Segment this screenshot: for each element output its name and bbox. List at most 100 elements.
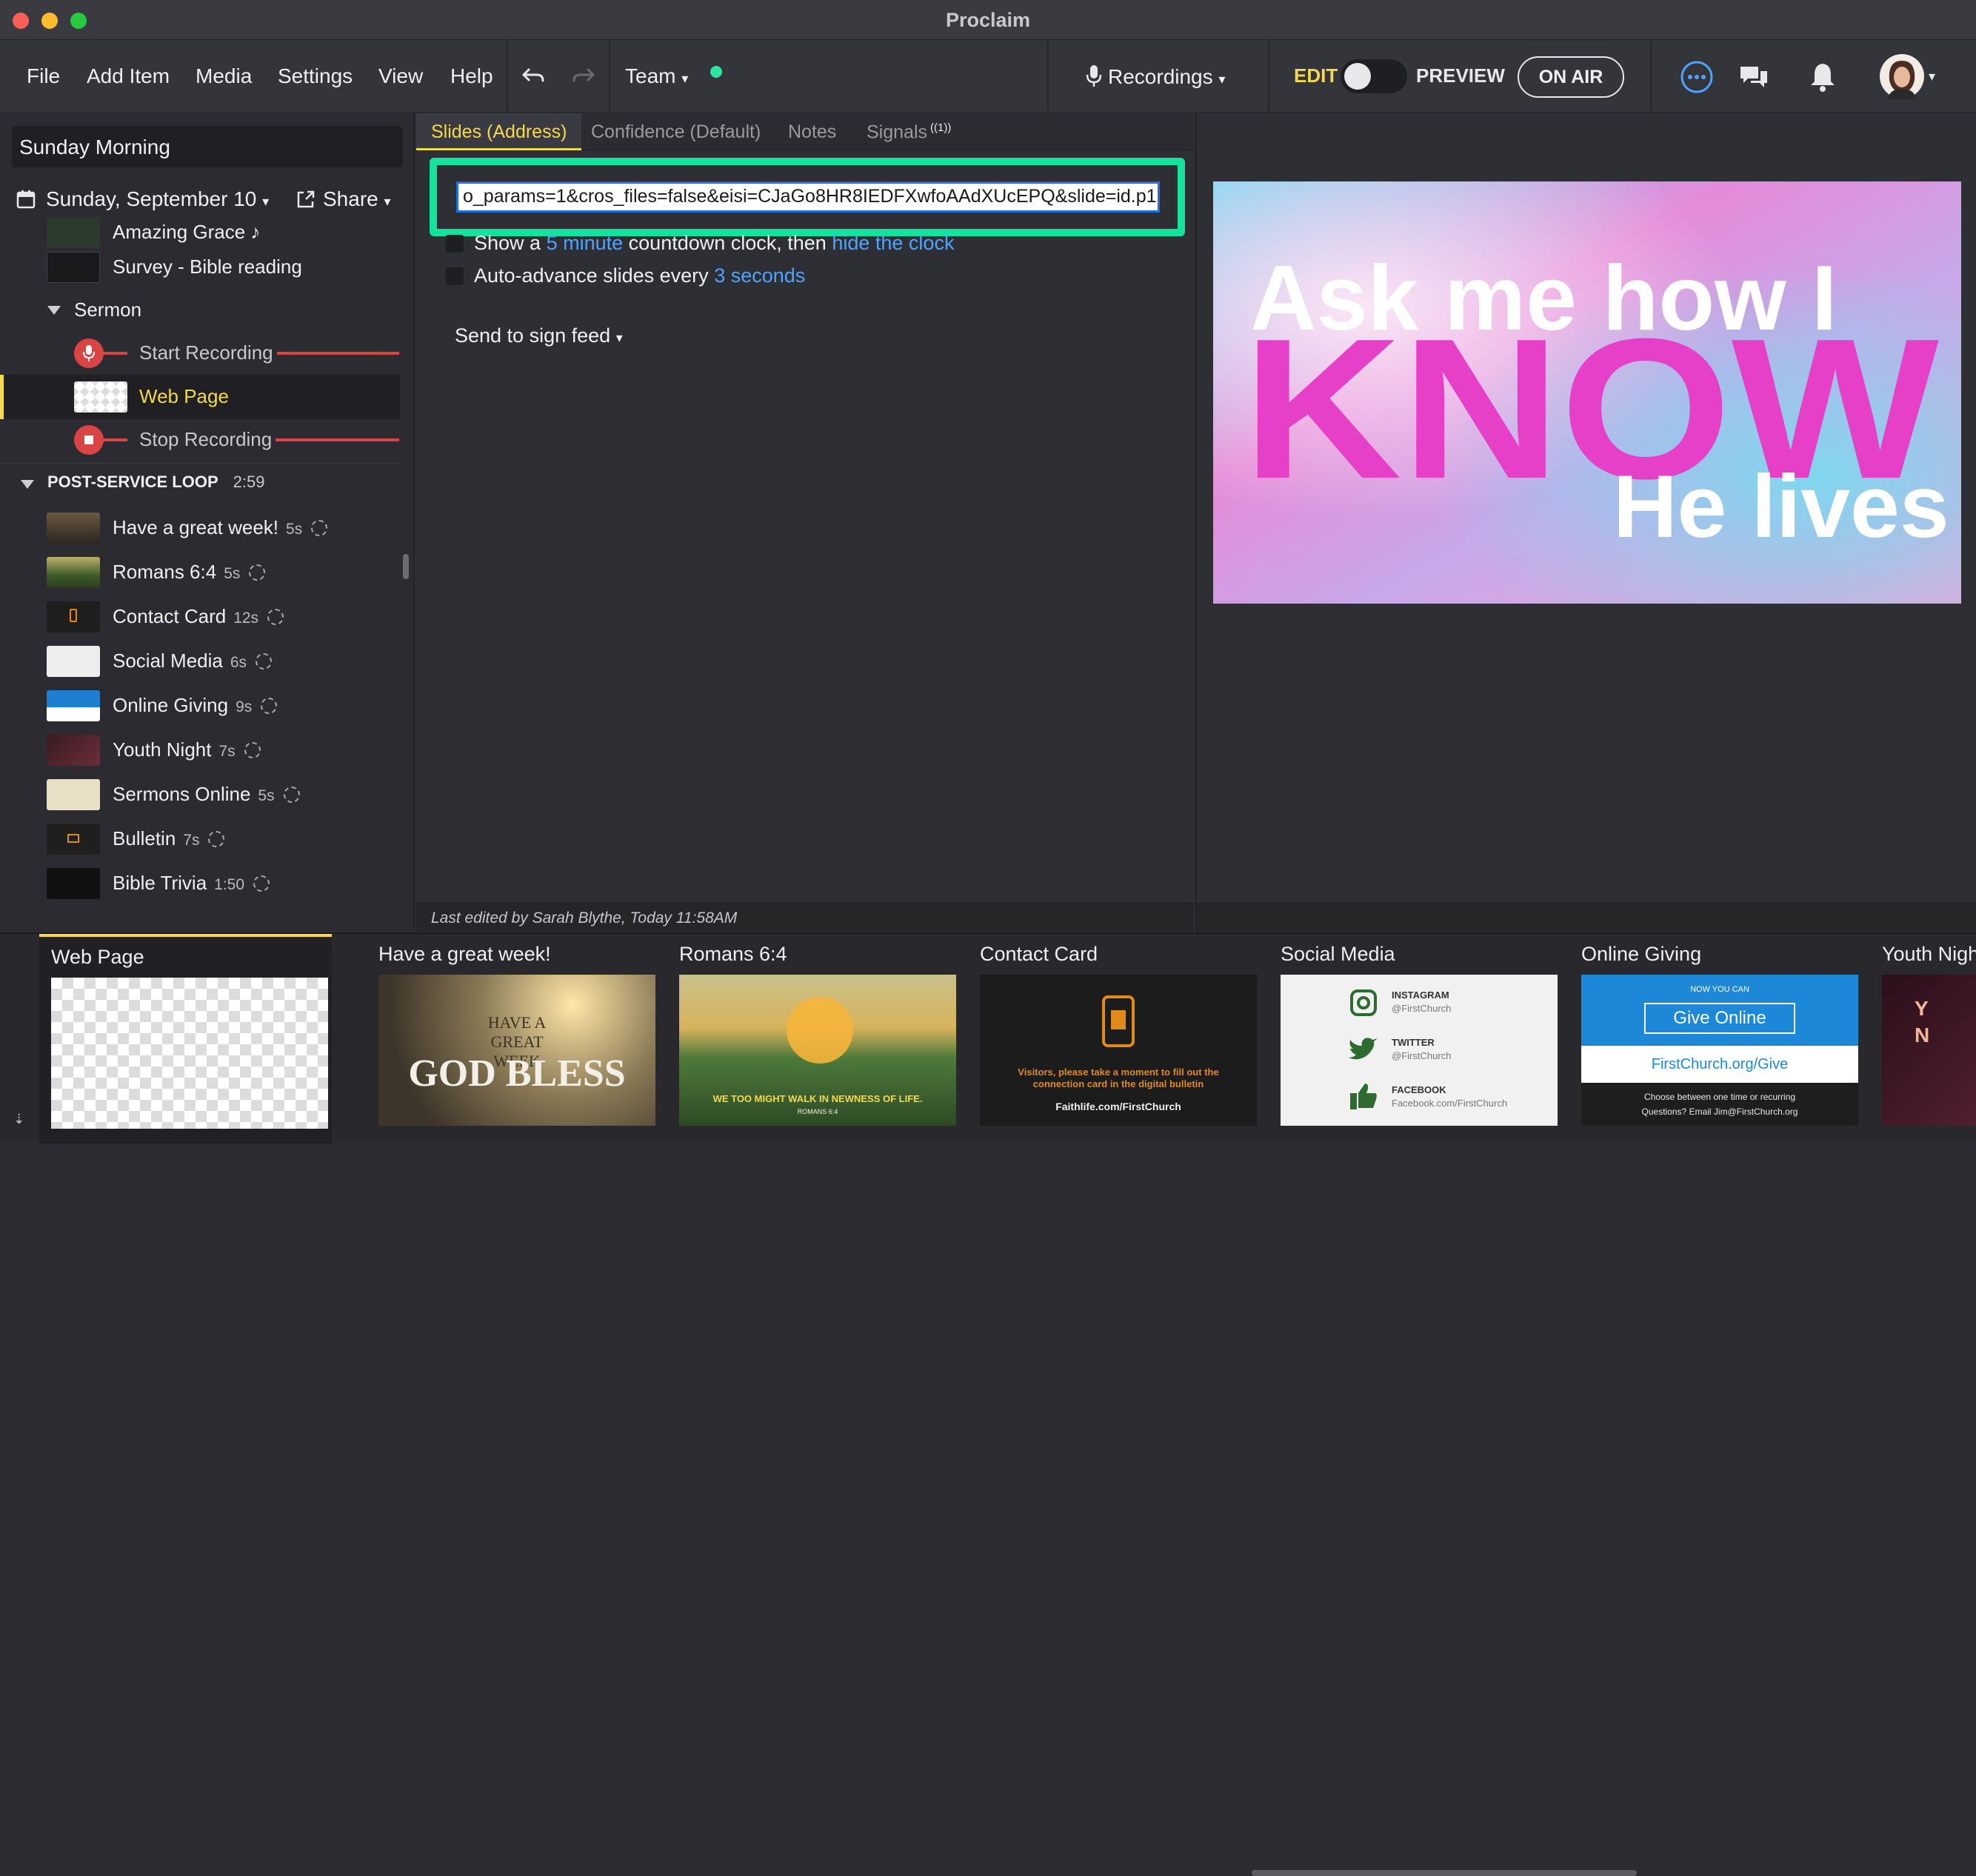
chevron-down-icon: ▾: [384, 194, 391, 209]
list-item[interactable]: Contact Card 12s: [0, 596, 400, 638]
item-label: Web Page: [139, 385, 229, 407]
film-item-social-media[interactable]: Social Media INSTAGRAM @FirstChurch TWIT…: [1269, 934, 1561, 1144]
item-thumbnail: [74, 381, 127, 413]
on-air-button[interactable]: ON AIR: [1518, 56, 1624, 98]
sermon-group-header[interactable]: Sermon: [0, 290, 400, 331]
team-dropdown[interactable]: Team ▾: [625, 64, 688, 88]
recordings-label: Recordings: [1108, 65, 1213, 88]
hide-clock-link[interactable]: hide the clock: [832, 232, 954, 254]
date-picker[interactable]: Sunday, September 10 ▾: [16, 187, 269, 211]
instagram-icon: [1350, 989, 1377, 1016]
menu-settings[interactable]: Settings: [278, 64, 353, 88]
chat-button[interactable]: [1737, 60, 1771, 94]
tab-signals[interactable]: Signals ((1)): [867, 121, 951, 143]
more-options-button[interactable]: [1680, 60, 1714, 94]
film-item-romans-6-4[interactable]: Romans 6:4 WE TOO MIGHT WALK IN NEWNESS …: [667, 934, 960, 1144]
film-item-contact-card[interactable]: Contact Card Visitors, please take a mom…: [968, 934, 1261, 1144]
menu-help[interactable]: Help: [450, 64, 493, 88]
collapse-filmstrip-icon[interactable]: ⇣: [13, 1112, 24, 1127]
user-avatar-button[interactable]: [1878, 53, 1926, 100]
toggle-knob: [1344, 63, 1371, 90]
web-page-item-selected[interactable]: Web Page: [0, 375, 400, 419]
calendar-icon: [16, 190, 36, 209]
loop-icon: [256, 653, 273, 670]
recordings-dropdown[interactable]: Recordings ▾: [1086, 64, 1225, 89]
menu-view[interactable]: View: [378, 64, 423, 88]
expand-caret-icon[interactable]: [47, 306, 61, 315]
chat-icon: [1740, 67, 1767, 87]
film-item-youth-night[interactable]: Youth Nigh YN: [1870, 934, 1976, 1144]
autoadvance-seconds-link[interactable]: 3 seconds: [714, 264, 805, 287]
countdown-checkbox[interactable]: [446, 235, 464, 253]
list-item[interactable]: Social Media 6s: [0, 641, 400, 682]
menu-media[interactable]: Media: [196, 64, 252, 88]
film-item-label: Have a great week!: [378, 943, 551, 965]
list-item[interactable]: Have a great week! 5s: [0, 507, 400, 549]
menu-divider: [1650, 41, 1652, 113]
loop-icon: [249, 564, 266, 581]
menu-divider: [1047, 41, 1049, 113]
tab-notes[interactable]: Notes: [788, 121, 836, 143]
list-item[interactable]: Survey - Bible reading: [0, 247, 400, 288]
redo-button[interactable]: [569, 61, 598, 91]
film-item-label: Social Media: [1281, 943, 1395, 965]
film-item-web-page[interactable]: Web Page: [39, 934, 332, 1144]
notifications-button[interactable]: [1806, 60, 1840, 94]
menu-file[interactable]: File: [27, 64, 60, 88]
list-item[interactable]: Romans 6:4 5s: [0, 552, 400, 593]
item-label: Bulletin 7s: [113, 827, 225, 850]
loop-icon: [208, 831, 225, 847]
item-label: Romans 6:4 5s: [113, 561, 266, 584]
stop-recording-item[interactable]: Stop Recording: [0, 419, 400, 461]
item-label: Online Giving 9s: [113, 694, 278, 717]
chevron-down-icon: ▾: [1929, 69, 1936, 84]
post-service-loop-header[interactable]: POST-SERVICE LOOP 2:59: [0, 463, 400, 504]
list-item[interactable]: Bible Trivia 1:50: [0, 863, 400, 904]
item-label: Youth Night 7s: [113, 738, 261, 761]
film-item-online-giving[interactable]: Online Giving NOW YOU CAN Give Online Fi…: [1569, 934, 1862, 1144]
send-to-sign-feed-dropdown[interactable]: Send to sign feed ▾: [455, 324, 623, 347]
film-thumbnail: HAVE A GREAT WEEK GOD BLESS: [378, 975, 655, 1126]
tab-confidence[interactable]: Confidence (Default): [591, 121, 761, 143]
countdown-minutes-link[interactable]: 5 minute: [547, 232, 624, 254]
phone-icon: [1102, 995, 1135, 1047]
item-thumbnail: [47, 868, 100, 899]
countdown-option[interactable]: Show a 5 minute countdown clock, then hi…: [446, 232, 954, 255]
expand-caret-icon[interactable]: [21, 480, 34, 489]
menu-add-item[interactable]: Add Item: [87, 64, 170, 88]
autoadvance-checkbox[interactable]: [446, 267, 464, 285]
list-item[interactable]: Bulletin 7s: [0, 818, 400, 860]
filmstrip-scrollbar[interactable]: [1252, 1870, 1637, 1876]
autoadvance-option[interactable]: Auto-advance slides every 3 seconds: [446, 264, 805, 287]
tab-slides-address[interactable]: Slides (Address): [416, 113, 582, 150]
last-edited-status: Last edited by Sarah Blythe, Today 11:58…: [416, 903, 1194, 932]
proclaim-window: Proclaim File Add Item Media Settings Vi…: [0, 0, 1976, 1876]
list-item[interactable]: Youth Night 7s: [0, 730, 400, 771]
microphone-icon: [74, 338, 104, 368]
loop-icon: [253, 875, 270, 892]
share-button[interactable]: Share ▾: [296, 187, 391, 211]
item-label: Social Media 6s: [113, 650, 273, 672]
avatar: [1880, 54, 1924, 99]
edit-preview-toggle[interactable]: [1341, 59, 1407, 93]
sidebar-scrollbar[interactable]: [403, 554, 409, 579]
film-item-label: Online Giving: [1581, 943, 1702, 965]
window-title: Proclaim: [945, 9, 1031, 31]
loop-icon: [311, 520, 328, 536]
preview-status-strip: [1197, 903, 1976, 932]
item-label: Sermons Online 5s: [113, 783, 300, 806]
song-note-icon: ♪: [250, 221, 261, 243]
list-item[interactable]: Sermons Online 5s: [0, 774, 400, 815]
film-thumbnail: [51, 978, 328, 1129]
bell-icon: [1811, 64, 1835, 92]
film-item-label: Romans 6:4: [679, 943, 787, 965]
list-item[interactable]: Online Giving 9s: [0, 685, 400, 727]
web-address-input[interactable]: o_params=1&cros_files=false&eisi=CJaGo8H…: [456, 181, 1160, 213]
menu-divider: [1268, 41, 1269, 113]
plan-name-field[interactable]: Sunday Morning: [12, 126, 403, 167]
start-recording-item[interactable]: Start Recording: [0, 333, 400, 374]
undo-button[interactable]: [518, 61, 548, 91]
film-item-have-a-great-week[interactable]: Have a great week! HAVE A GREAT WEEK GOD…: [367, 934, 659, 1144]
slide-filmstrip: ⇣ Web Page Have a great week! HAVE A GRE…: [0, 932, 1976, 1876]
address-highlight-frame: o_params=1&cros_files=false&eisi=CJaGo8H…: [430, 158, 1185, 236]
